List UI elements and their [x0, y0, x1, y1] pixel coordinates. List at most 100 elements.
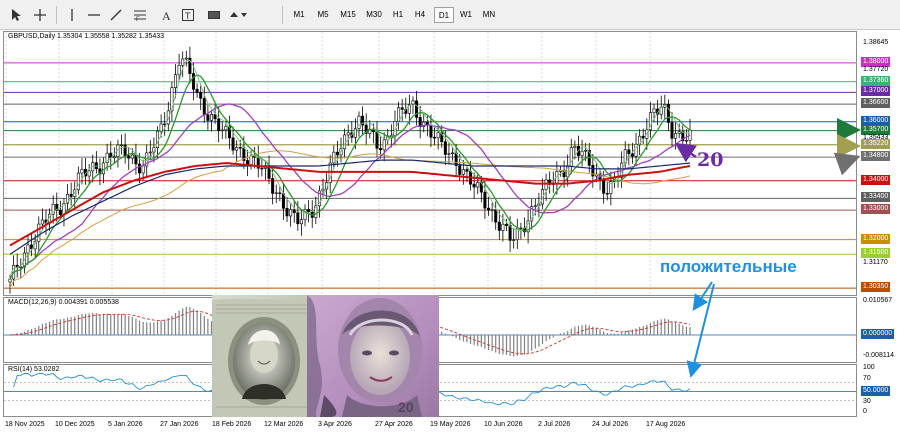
price-level-label: 1.33400: [861, 192, 891, 203]
price-level-label: 1.33000: [861, 204, 891, 215]
candle-body: [206, 114, 210, 121]
candle-body: [299, 219, 303, 225]
candle-body: [195, 88, 199, 93]
candle-body: [19, 266, 23, 269]
time-axis-label: 24 Jul 2026: [592, 421, 629, 428]
horizontal-line-icon[interactable]: [84, 5, 104, 25]
candle-body: [451, 152, 455, 154]
price-level-label: 1.35220: [861, 138, 891, 149]
timeframe-d1[interactable]: D1: [434, 7, 454, 23]
price-level-label: 1.37360: [861, 75, 891, 86]
candle-body: [58, 210, 62, 216]
candle-body: [249, 155, 253, 165]
trendline-icon[interactable]: [106, 5, 126, 25]
svg-text:20: 20: [398, 399, 414, 415]
price-level-label: 1.31170: [863, 259, 888, 267]
candle-body: [433, 136, 437, 139]
candle-body: [26, 244, 30, 254]
svg-text:T: T: [185, 11, 191, 21]
macd-scale[interactable]: 0.010567 0.000000 -0.008114: [858, 297, 900, 363]
candle-body: [533, 205, 537, 208]
rsi-header: RSI(14) 53.0282: [8, 366, 60, 373]
rsi-scale[interactable]: 100 70 50.0000 30 0: [858, 364, 900, 417]
candle-body: [274, 192, 278, 194]
price-level-label: 1.37720: [863, 66, 889, 74]
macd-scale-top: 0.010567: [863, 297, 893, 304]
rsi-scale-100: 100: [863, 364, 875, 371]
price-level-label: 1.32000: [861, 233, 891, 244]
cursor-icon[interactable]: [6, 5, 26, 25]
candle-body: [476, 182, 480, 188]
candle-body: [573, 145, 577, 148]
chart-toolbar: F A T M1 M5 M15 M30 H1 H4 D1 W1 MN: [0, 0, 900, 30]
candle-body: [429, 125, 433, 138]
candle-body: [80, 168, 84, 174]
price-header: GBPUSD,Daily 1.35304 1.35558 1.35282 1.3…: [8, 33, 165, 40]
timeframe-m15[interactable]: M15: [336, 7, 360, 23]
shapes-icon[interactable]: [228, 5, 248, 25]
price-level-label: 1.38645: [863, 38, 889, 46]
timeframe-h1[interactable]: H1: [388, 7, 408, 23]
candle-body: [512, 239, 516, 241]
svg-text:A: A: [162, 9, 171, 22]
candle-body: [443, 141, 447, 155]
time-axis-label: 3 Apr 2026: [318, 421, 352, 428]
text-label-icon[interactable]: T: [178, 5, 198, 25]
price-scale[interactable]: 1.38645 1.38000 1.37720 1.37360 1.37000 1.366…: [858, 31, 900, 296]
time-axis: 18 Nov 2025 10 Dec 2025 5 Jan 2026 27 Jan 2…: [3, 418, 857, 438]
timeframe-m5[interactable]: M5: [312, 7, 334, 23]
candle-body: [497, 221, 501, 231]
time-axis-label: 27 Apr 2026: [375, 421, 413, 428]
candle-body: [465, 169, 469, 172]
candle-body: [335, 151, 339, 156]
candle-body: [580, 150, 584, 156]
candle-body: [652, 108, 656, 114]
candle-body: [199, 92, 203, 99]
candle-body: [382, 139, 386, 151]
timeframe-m30[interactable]: M30: [362, 7, 386, 23]
candle-body: [184, 57, 188, 60]
candle-body: [138, 163, 142, 174]
rsi-scale-50: 50.0000: [861, 386, 891, 396]
candle-body: [141, 165, 145, 174]
candle-body: [670, 122, 674, 139]
macd-scale-zero: 0.000000: [861, 329, 895, 339]
fibonacci-icon[interactable]: F: [130, 5, 150, 25]
time-axis-label: 18 Nov 2025: [5, 421, 45, 428]
candle-body: [602, 179, 606, 194]
candle-body: [458, 165, 462, 175]
candle-body: [346, 132, 350, 136]
timeframe-w1[interactable]: W1: [456, 7, 476, 23]
candle-body: [584, 150, 588, 152]
candle-body: [69, 193, 73, 197]
candle-body: [235, 147, 239, 151]
candle-body: [281, 193, 285, 209]
candle-body: [220, 129, 224, 132]
text-icon[interactable]: A: [156, 5, 176, 25]
candle-body: [627, 149, 631, 154]
time-axis-label: 27 Jan 2026: [160, 421, 199, 428]
time-axis-label: 12 Mar 2026: [264, 421, 304, 428]
timeframe-h4[interactable]: H4: [410, 7, 430, 23]
candle-body: [40, 219, 44, 225]
candle-body: [505, 223, 509, 226]
candle-body: [494, 209, 498, 223]
candle-body: [296, 212, 300, 225]
crosshair-icon[interactable]: [30, 5, 50, 25]
candle-body: [375, 131, 379, 149]
candle-body: [8, 278, 12, 283]
candle-body: [285, 207, 289, 217]
vertical-line-icon[interactable]: [62, 5, 82, 25]
candle-body: [321, 188, 325, 192]
candle-body: [191, 73, 195, 90]
timeframe-mn[interactable]: MN: [478, 7, 500, 23]
candle-body: [379, 148, 383, 151]
timeframe-m1[interactable]: M1: [288, 7, 310, 23]
rectangle-icon[interactable]: [204, 5, 224, 25]
time-axis-label: 2 Jul 2026: [538, 421, 571, 428]
candle-body: [120, 144, 124, 147]
candle-body: [677, 131, 681, 134]
candle-body: [436, 132, 440, 139]
candle-body: [123, 144, 127, 157]
time-axis-label: 17 Aug 2026: [646, 421, 686, 428]
